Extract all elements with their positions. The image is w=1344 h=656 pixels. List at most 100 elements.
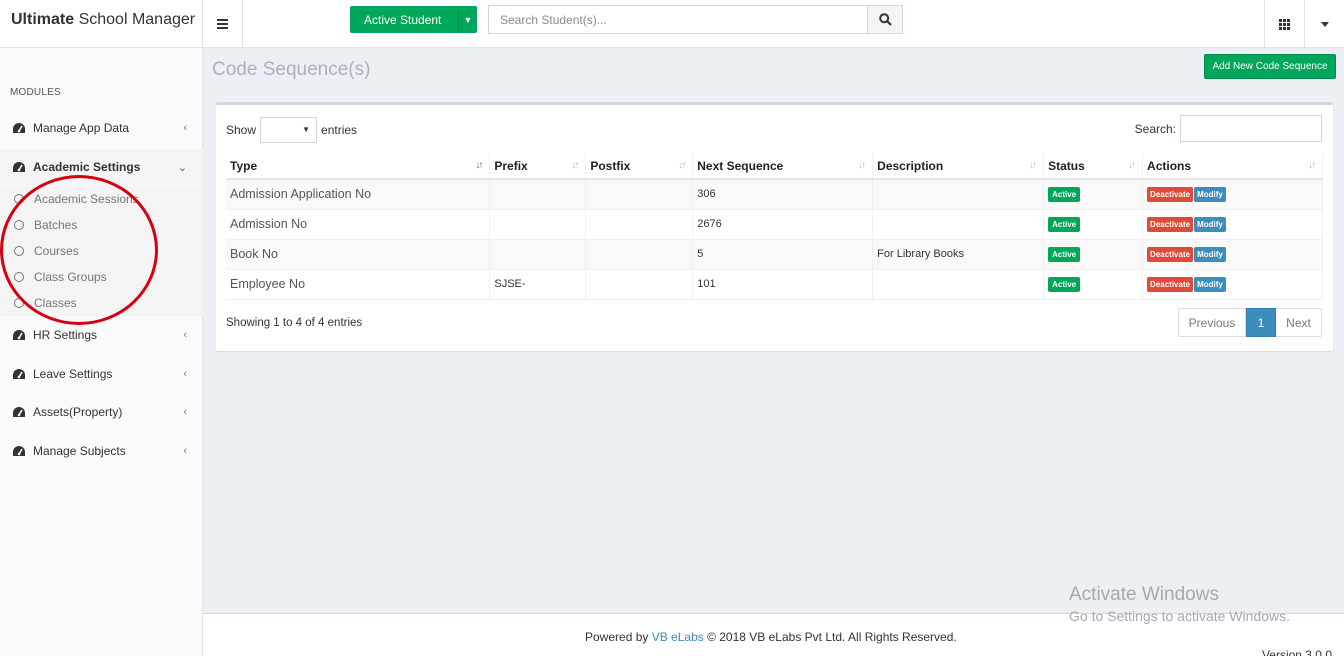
apps-grid-button[interactable] <box>1264 0 1304 48</box>
dashboard-icon <box>13 123 25 133</box>
sort-icon: ↓↑ <box>571 160 579 171</box>
deactivate-button[interactable]: Deactivate <box>1147 246 1194 262</box>
student-search-input[interactable] <box>488 5 868 34</box>
cell-description <box>872 269 1045 300</box>
chevron-left-icon: ‹ <box>183 406 187 418</box>
sidebar-toggle-button[interactable] <box>203 0 243 48</box>
brand-rest: School Manager <box>74 11 196 28</box>
cell-prefix: SJSE- <box>489 269 587 300</box>
sidebar-item-manage-app-data[interactable]: Manage App Data ‹ <box>0 110 203 146</box>
modules-header: MODULES <box>10 87 61 98</box>
table-search: Search: <box>1135 115 1322 142</box>
brand-bold: Ultimate <box>11 11 75 28</box>
cell-type: Employee No <box>226 269 491 300</box>
user-menu-dropdown[interactable] <box>1304 0 1344 48</box>
submenu-item-batches[interactable]: Batches <box>0 212 203 238</box>
sidebar-item-hr-settings[interactable]: HR Settings ‹ <box>0 317 203 353</box>
pagination-page-1[interactable]: 1 <box>1246 308 1276 337</box>
column-header-description[interactable]: Description ↓↑ <box>872 153 1045 180</box>
dashboard-icon <box>13 369 25 379</box>
column-header-postfix[interactable]: Postfix ↓↑ <box>585 153 694 180</box>
student-search-button[interactable] <box>868 5 903 34</box>
cell-next-sequence: 101 <box>692 269 874 300</box>
table-header-row: Type ↓↑ Prefix ↓↑ Postfix ↓↑ Next Sequence ↓… <box>226 153 1323 180</box>
column-header-prefix[interactable]: Prefix ↓↑ <box>489 153 587 180</box>
code-sequence-panel: Show ▼ entries Search: Type ↓↑ Prefix ↓↑ P… <box>216 102 1333 351</box>
cell-postfix <box>585 269 694 300</box>
sidebar-item-label: Manage Subjects <box>33 444 126 458</box>
table-search-input[interactable] <box>1180 115 1322 142</box>
deactivate-button[interactable]: Deactivate <box>1147 216 1194 232</box>
modify-button[interactable]: Modify <box>1194 246 1226 262</box>
submenu-item-label: Academic Sessions <box>34 192 139 206</box>
circle-icon <box>14 246 24 256</box>
sidebar-item-manage-subjects[interactable]: Manage Subjects ‹ <box>0 433 203 469</box>
modify-button[interactable]: Modify <box>1194 276 1226 292</box>
table-row: Employee No SJSE- 101 Active Deactivate M… <box>226 269 1323 300</box>
code-sequence-table: Type ↓↑ Prefix ↓↑ Postfix ↓↑ Next Sequence ↓… <box>226 153 1323 300</box>
cell-next-sequence: 306 <box>692 179 874 210</box>
hamburger-icon <box>217 19 228 29</box>
submenu-item-academic-sessions[interactable]: Academic Sessions <box>0 186 203 212</box>
chevron-left-icon: ‹ <box>183 368 187 380</box>
circle-icon <box>14 194 24 204</box>
status-badge: Active <box>1048 186 1081 202</box>
pagination-next[interactable]: Next <box>1276 308 1322 337</box>
submenu-item-courses[interactable]: Courses <box>0 238 203 264</box>
sidebar-item-assets-property[interactable]: Assets(Property) ‹ <box>0 394 203 430</box>
modify-button[interactable]: Modify <box>1194 216 1226 232</box>
academic-settings-submenu: Academic Sessions Batches Courses Class … <box>0 186 203 316</box>
top-right-controls <box>1264 0 1344 48</box>
sort-icon: ↓↑ <box>1308 160 1316 171</box>
cell-description: For Library Books <box>872 239 1045 270</box>
sort-icon: ↓↑ <box>1029 160 1037 171</box>
cell-postfix <box>585 179 694 210</box>
table-info: Showing 1 to 4 of 4 entries <box>226 317 363 329</box>
submenu-item-class-groups[interactable]: Class Groups <box>0 264 203 290</box>
cell-actions: Deactivate Modify <box>1142 209 1323 240</box>
status-badge: Active <box>1048 246 1081 262</box>
active-student-dropdown[interactable]: Active Student ▼ <box>350 6 477 33</box>
column-header-next-sequence[interactable]: Next Sequence ↓↑ <box>692 153 874 180</box>
entries-length-control: Show ▼ entries <box>226 117 357 143</box>
table-row: Admission Application No 306 Active Deac… <box>226 179 1323 210</box>
column-header-type[interactable]: Type ↓↑ <box>226 153 491 180</box>
modify-button[interactable]: Modify <box>1194 186 1226 202</box>
deactivate-button[interactable]: Deactivate <box>1147 276 1194 292</box>
status-badge: Active <box>1048 216 1081 232</box>
vb-elabs-link[interactable]: VB eLabs <box>652 630 704 644</box>
cell-next-sequence: 5 <box>692 239 874 270</box>
cell-status: Active <box>1043 239 1144 270</box>
pagination-previous[interactable]: Previous <box>1178 308 1246 337</box>
sidebar: MODULES Manage App Data ‹ Academic Setti… <box>0 48 203 656</box>
brand-logo[interactable]: Ultimate School Manager <box>0 0 203 48</box>
sidebar-item-leave-settings[interactable]: Leave Settings ‹ <box>0 356 203 392</box>
watermark-subtitle: Go to Settings to activate Windows. <box>1069 608 1290 624</box>
submenu-item-classes[interactable]: Classes <box>0 290 203 316</box>
sidebar-item-label: Leave Settings <box>33 367 113 381</box>
chevron-left-icon: ‹ <box>183 122 187 134</box>
column-header-actions[interactable]: Actions ↓↑ <box>1142 153 1323 180</box>
cell-description <box>872 179 1045 210</box>
cell-prefix <box>489 179 587 210</box>
watermark-title: Activate Windows <box>1069 584 1219 605</box>
add-code-sequence-button[interactable]: Add New Code Sequence <box>1204 54 1336 79</box>
entries-label: entries <box>321 123 358 137</box>
active-student-label: Active Student <box>364 12 442 27</box>
sidebar-item-academic-settings[interactable]: Academic Settings ⌄ <box>0 149 203 185</box>
cell-actions: Deactivate Modify <box>1142 179 1323 210</box>
sidebar-item-label: HR Settings <box>33 328 98 342</box>
entries-select[interactable]: ▼ <box>260 117 318 143</box>
caret-down-icon[interactable]: ▼ <box>458 6 477 33</box>
sort-icon: ↓↑ <box>1128 160 1136 171</box>
table-row: Book No 5 For Library Books Active Deact… <box>226 239 1323 270</box>
cell-prefix <box>489 209 587 240</box>
cell-type: Book No <box>226 239 491 270</box>
submenu-item-label: Batches <box>34 218 78 232</box>
deactivate-button[interactable]: Deactivate <box>1147 186 1194 202</box>
cell-description <box>872 209 1045 240</box>
chevron-left-icon: ‹ <box>183 329 187 341</box>
column-header-status[interactable]: Status ↓↑ <box>1043 153 1144 180</box>
student-search <box>488 5 903 34</box>
pagination: Previous 1 Next <box>1178 308 1322 337</box>
